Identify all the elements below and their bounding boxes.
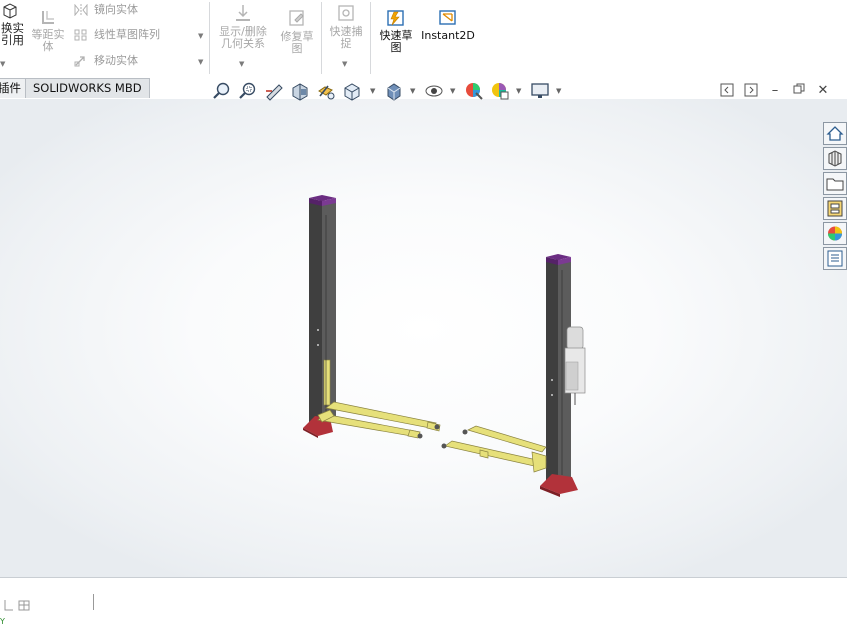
- mirror-entities-icon: [74, 4, 88, 16]
- instant2d-icon: [439, 10, 456, 25]
- view-settings-icon[interactable]: [490, 81, 510, 101]
- quick-snaps-button[interactable]: 快速捕 捉: [325, 3, 367, 50]
- zoom-to-fit-icon[interactable]: [212, 81, 232, 101]
- edit-appearance-icon[interactable]: [424, 81, 444, 101]
- view-settings-dropdown[interactable]: ▼: [516, 87, 521, 95]
- offset-entities-icon: [42, 11, 54, 24]
- linear-pattern-label: 线性草图阵列: [94, 28, 160, 41]
- task-pane-tabs: [823, 122, 847, 272]
- appearances-icon[interactable]: [823, 222, 847, 245]
- monitor-dropdown[interactable]: ▼: [556, 87, 561, 95]
- apply-scene-icon[interactable]: [464, 81, 484, 101]
- convert-dropdown-arrow[interactable]: ▼: [0, 60, 5, 68]
- display-monitor-icon[interactable]: [530, 81, 550, 101]
- move-entities-label: 移动实体: [94, 54, 138, 67]
- quick-snaps-label: 快速捕 捉: [329, 25, 363, 50]
- repair-sketch-icon: [289, 10, 304, 26]
- minimize-icon[interactable]: –: [767, 83, 783, 99]
- close-icon[interactable]: ✕: [815, 83, 831, 99]
- ribbon-separator: [209, 2, 210, 74]
- hide-show-items-icon[interactable]: [384, 81, 404, 101]
- model-tab-icon[interactable]: [4, 598, 34, 612]
- right-column: [540, 254, 586, 497]
- linear-pattern-dropdown-arrow[interactable]: ▼: [198, 32, 203, 40]
- two-post-lift-model: [303, 195, 586, 497]
- zoom-to-area-icon[interactable]: [238, 81, 258, 101]
- previous-view-icon[interactable]: [264, 81, 284, 101]
- rapid-sketch-button[interactable]: 快速草 图: [374, 9, 418, 54]
- design-library-icon[interactable]: [823, 147, 847, 170]
- tile-left-icon[interactable]: [719, 83, 735, 99]
- hide-show-dropdown[interactable]: ▼: [410, 87, 415, 95]
- relations-dropdown-arrow[interactable]: ▼: [239, 60, 244, 68]
- instant2d-button[interactable]: Instant2D: [421, 9, 475, 42]
- command-manager-ribbon: 换实 引用 ▼ 等距实 体 镜向实体 线性草图阵列 ▼ 移动实体 ▼ 显示/删除…: [0, 0, 847, 78]
- graphics-area[interactable]: Y: [0, 99, 847, 626]
- convert-entities-label: 换实 引用: [1, 21, 24, 47]
- left-column: [303, 195, 336, 438]
- linear-pattern-button[interactable]: 线性草图阵列: [74, 28, 160, 42]
- move-entities-dropdown-arrow[interactable]: ▼: [198, 58, 203, 66]
- display-style-dropdown[interactable]: ▼: [370, 87, 375, 95]
- display-style-icon[interactable]: [342, 81, 362, 101]
- mirror-entities-label: 镜向实体: [94, 3, 138, 16]
- instant2d-label: Instant2D: [421, 29, 475, 42]
- bottom-tab-bar: [0, 577, 847, 612]
- ribbon-separator: [370, 2, 371, 74]
- linear-pattern-icon: [74, 29, 87, 41]
- view-palette-icon[interactable]: [823, 197, 847, 220]
- rapid-sketch-label: 快速草 图: [379, 29, 413, 54]
- restore-icon[interactable]: [791, 83, 807, 99]
- tile-right-icon[interactable]: [743, 83, 759, 99]
- repair-sketch-button[interactable]: 修复草 图: [276, 8, 318, 55]
- reference-triad-y-label: Y: [0, 617, 5, 626]
- offset-entities-label: 等距实 体: [31, 28, 65, 53]
- quick-snaps-dropdown-arrow[interactable]: ▼: [342, 60, 347, 68]
- right-lift-arms: [444, 425, 547, 473]
- quick-snaps-icon: [338, 5, 354, 21]
- view-orientation-icon[interactable]: [316, 81, 336, 101]
- bottom-separator: [93, 594, 94, 610]
- move-entities-button[interactable]: 移动实体: [74, 54, 138, 68]
- custom-properties-icon[interactable]: [823, 247, 847, 270]
- offset-entities-button[interactable]: 等距实 体: [28, 8, 68, 53]
- mirror-entities-button[interactable]: 镜向实体: [74, 3, 138, 17]
- move-entities-icon: [74, 56, 85, 67]
- repair-sketch-label: 修复草 图: [280, 30, 314, 55]
- rapid-sketch-icon: [387, 10, 404, 26]
- edit-appearance-dropdown[interactable]: ▼: [450, 87, 455, 95]
- file-explorer-icon[interactable]: [823, 172, 847, 195]
- solidworks-resources-icon[interactable]: [823, 122, 847, 145]
- display-delete-relations-button[interactable]: 显示/删除 几何关系: [214, 3, 272, 50]
- left-lift-arms: [317, 401, 441, 439]
- document-window-controls: – ✕: [719, 83, 839, 101]
- convert-entities-icon: [3, 3, 17, 19]
- ribbon-separator: [321, 2, 322, 74]
- display-delete-relations-label: 显示/删除 几何关系: [219, 25, 267, 50]
- convert-entities-button[interactable]: 换实 引用: [0, 2, 24, 46]
- tab-solidworks-mbd[interactable]: SOLIDWORKS MBD: [25, 78, 150, 98]
- display-delete-relations-icon: [236, 5, 250, 21]
- section-view-icon[interactable]: [290, 81, 310, 101]
